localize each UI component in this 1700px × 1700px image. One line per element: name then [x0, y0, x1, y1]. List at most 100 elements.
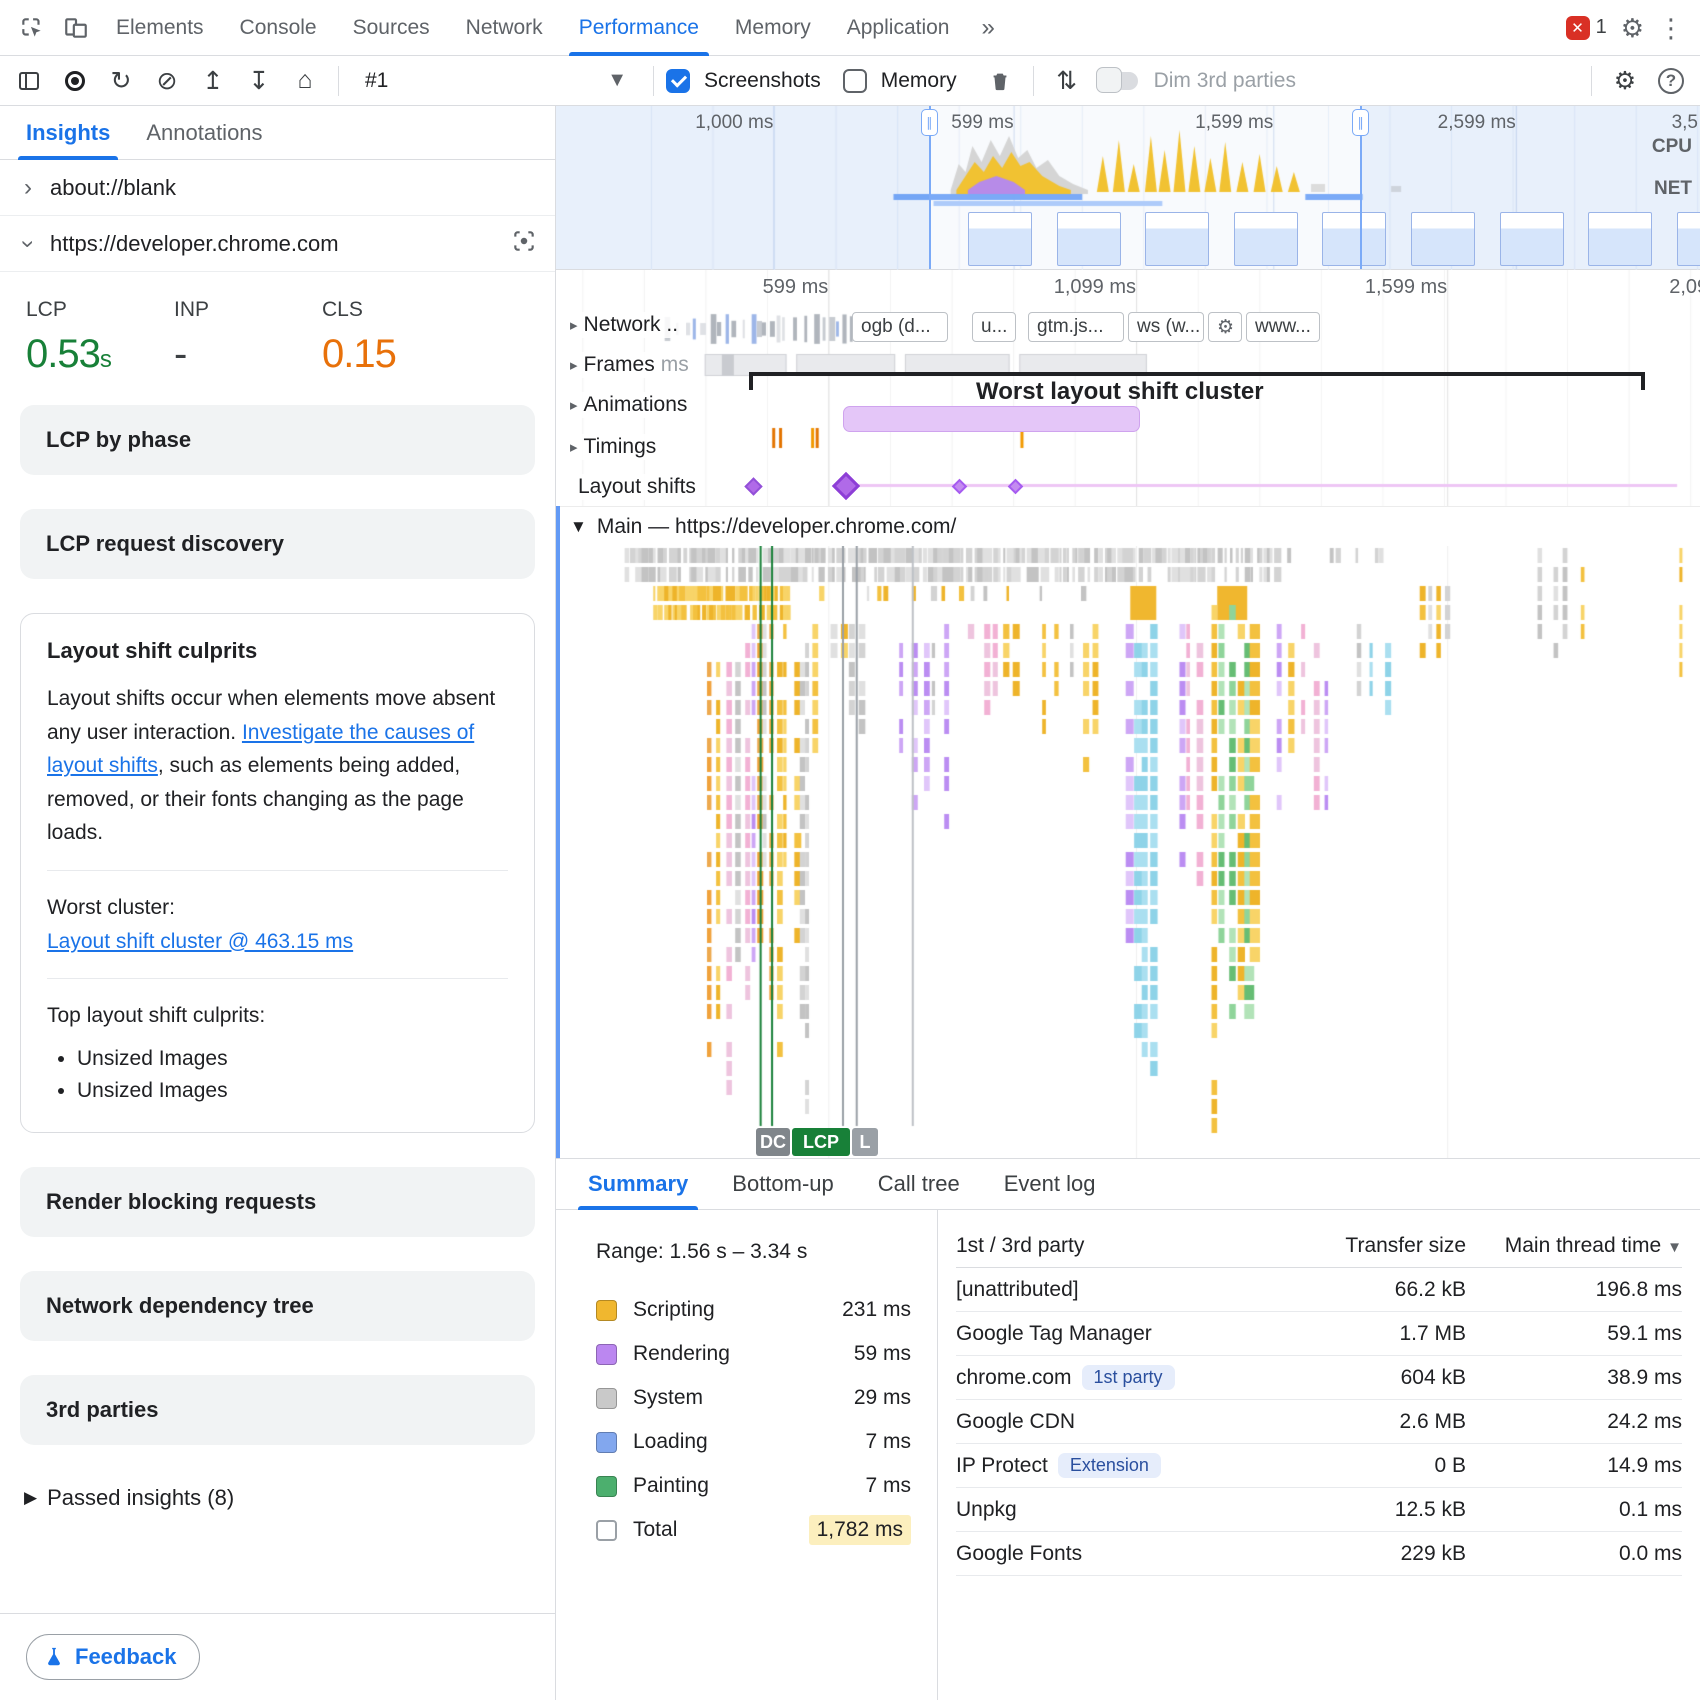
- screenshot-thumbnail[interactable]: [1234, 212, 1298, 266]
- table-row[interactable]: Google Tag Manager 1.7 MB 59.1 ms: [956, 1312, 1682, 1356]
- tab-bottom-up[interactable]: Bottom-up: [710, 1158, 856, 1210]
- load-marker[interactable]: L: [852, 1128, 878, 1156]
- tab-elements[interactable]: Elements: [98, 0, 222, 56]
- insight-card-3rd-parties[interactable]: 3rd parties: [20, 1375, 535, 1445]
- record-button[interactable]: [54, 60, 96, 102]
- tab-event-log[interactable]: Event log: [982, 1158, 1118, 1210]
- tab-performance[interactable]: Performance: [561, 0, 717, 56]
- table-row[interactable]: [unattributed] 66.2 kB 196.8 ms: [956, 1268, 1682, 1312]
- inp-value: -: [174, 332, 322, 377]
- error-count: 1: [1596, 16, 1607, 39]
- screenshot-thumbnail[interactable]: [1677, 212, 1700, 266]
- memory-label: Memory: [881, 69, 957, 93]
- screenshot-thumbnail[interactable]: [1588, 212, 1652, 266]
- save-profile-icon[interactable]: ↧: [238, 60, 280, 102]
- insight-card-render-blocking[interactable]: Render blocking requests: [20, 1167, 535, 1237]
- field-focus-icon[interactable]: [511, 228, 537, 260]
- insight-card-layout-shift-culprits[interactable]: Layout shift culprits Layout shifts occu…: [20, 613, 535, 1133]
- main-thread-header[interactable]: ▼ Main — https://developer.chrome.com/: [556, 506, 1700, 546]
- network-request-chip[interactable]: u...: [972, 312, 1016, 342]
- timeline-minimap[interactable]: 1,000 ms 599 ms 1,599 ms 2,599 ms 3,5 CP…: [556, 106, 1700, 270]
- insight-card-network-tree[interactable]: Network dependency tree: [20, 1271, 535, 1341]
- table-row[interactable]: Unpkg 12.5 kB 0.1 ms: [956, 1488, 1682, 1532]
- table-row[interactable]: Google Fonts 229 kB 0.0 ms: [956, 1532, 1682, 1576]
- tab-console[interactable]: Console: [222, 0, 335, 56]
- reload-record-icon[interactable]: ↻: [100, 60, 142, 102]
- lcp-marker[interactable]: LCP: [792, 1128, 850, 1156]
- help-icon[interactable]: ?: [1650, 60, 1692, 102]
- passed-insights-expander[interactable]: ▶ Passed insights (8): [0, 1479, 555, 1517]
- culprit-item: Unsized Images: [77, 1075, 508, 1108]
- tab-application[interactable]: Application: [829, 0, 968, 56]
- table-row[interactable]: chrome.com1st party 604 kB 38.9 ms: [956, 1356, 1682, 1400]
- tab-call-tree[interactable]: Call tree: [856, 1158, 982, 1210]
- error-badge[interactable]: ✕ 1: [1566, 16, 1607, 40]
- worst-cluster-link[interactable]: Layout shift cluster @ 463.15 ms: [47, 930, 353, 953]
- screenshot-thumbnail[interactable]: [968, 212, 1032, 266]
- expander-icon[interactable]: ▸: [570, 316, 578, 334]
- gear-chip-icon[interactable]: ⚙: [1208, 312, 1242, 342]
- expander-icon[interactable]: ▸: [570, 396, 578, 414]
- load-profile-icon[interactable]: ↥: [192, 60, 234, 102]
- screenshot-thumbnail[interactable]: [1057, 212, 1121, 266]
- feedback-button[interactable]: Feedback: [26, 1634, 200, 1680]
- navigation-item-blank[interactable]: › about://blank: [0, 160, 555, 216]
- screenshot-thumbnail[interactable]: [1411, 212, 1475, 266]
- lcp-label: LCP: [26, 298, 174, 322]
- expander-icon[interactable]: ▸: [570, 356, 578, 374]
- col-main-thread-time[interactable]: Main thread time▼: [1466, 1234, 1682, 1258]
- col-transfer-size[interactable]: Transfer size: [1296, 1234, 1466, 1258]
- memory-checkbox[interactable]: [843, 69, 867, 93]
- triangle-down-icon[interactable]: ▼: [570, 517, 587, 537]
- insight-card-lcp-request-discovery[interactable]: LCP request discovery: [20, 509, 535, 579]
- tab-insights[interactable]: Insights: [8, 106, 128, 160]
- metric-inp[interactable]: INP -: [174, 298, 322, 377]
- home-icon[interactable]: ⌂: [284, 60, 326, 102]
- recording-select[interactable]: #1 ▼: [351, 69, 641, 93]
- track-frames[interactable]: ▸ Frames ms: [562, 352, 697, 378]
- dim-3rd-parties-toggle[interactable]: [1098, 72, 1138, 90]
- dcl-marker[interactable]: DC: [756, 1128, 790, 1156]
- col-party[interactable]: 1st / 3rd party: [956, 1234, 1296, 1258]
- screenshot-thumbnail[interactable]: [1500, 212, 1564, 266]
- expander-icon[interactable]: ▸: [570, 438, 578, 456]
- track-animations[interactable]: ▸ Animations: [562, 392, 695, 418]
- tab-memory[interactable]: Memory: [717, 0, 829, 56]
- network-request-chip[interactable]: ws (w...: [1128, 312, 1204, 342]
- screenshot-thumbnail[interactable]: [1322, 212, 1386, 266]
- network-request-chip[interactable]: www...: [1246, 312, 1320, 342]
- navigation-item-site[interactable]: › https://developer.chrome.com: [0, 216, 555, 272]
- metric-cls[interactable]: CLS 0.15: [322, 298, 470, 377]
- metric-lcp[interactable]: LCP 0.53s: [26, 298, 174, 377]
- worst-cluster-label: Worst cluster:: [47, 891, 508, 925]
- device-toolbar-icon[interactable]: [54, 6, 98, 50]
- tab-network[interactable]: Network: [448, 0, 561, 56]
- network-request-chip[interactable]: ogb (d...: [852, 312, 948, 342]
- capture-settings-gear-icon[interactable]: ⚙: [1604, 60, 1646, 102]
- clear-icon[interactable]: ⊘: [146, 60, 188, 102]
- inspect-icon[interactable]: [10, 6, 54, 50]
- track-timings[interactable]: ▸ Timings: [562, 434, 664, 460]
- minimap-left-handle[interactable]: ∥: [929, 106, 931, 269]
- network-request-chip[interactable]: gtm.js...: [1028, 312, 1124, 342]
- collapse-flame-icon[interactable]: ⇅: [1046, 60, 1088, 102]
- more-tabs-icon[interactable]: »: [967, 14, 1008, 42]
- tab-summary[interactable]: Summary: [566, 1158, 710, 1210]
- flame-chart-canvas[interactable]: [556, 546, 1700, 1158]
- tab-annotations[interactable]: Annotations: [128, 106, 280, 160]
- minimap-right-handle[interactable]: ∥: [1360, 106, 1362, 269]
- screenshot-thumbnail[interactable]: [1145, 212, 1209, 266]
- toggle-sidebar-icon[interactable]: [8, 60, 50, 102]
- insight-card-lcp-by-phase[interactable]: LCP by phase: [20, 405, 535, 475]
- culprit-list: Unsized Images Unsized Images: [77, 1043, 508, 1108]
- settings-gear-icon[interactable]: ⚙: [1621, 15, 1644, 41]
- track-network[interactable]: ▸ Network ..: [562, 312, 686, 338]
- tab-sources[interactable]: Sources: [335, 0, 448, 56]
- table-row[interactable]: Google CDN 2.6 MB 24.2 ms: [956, 1400, 1682, 1444]
- track-layout-shifts[interactable]: Layout shifts: [570, 474, 704, 500]
- table-row[interactable]: IP ProtectExtension 0 B 14.9 ms: [956, 1444, 1682, 1488]
- screenshots-checkbox[interactable]: [666, 69, 690, 93]
- kebab-menu-icon[interactable]: ⋮: [1658, 15, 1684, 41]
- network-track-label: Network ..: [584, 313, 679, 337]
- garbage-collect-icon[interactable]: [979, 60, 1021, 102]
